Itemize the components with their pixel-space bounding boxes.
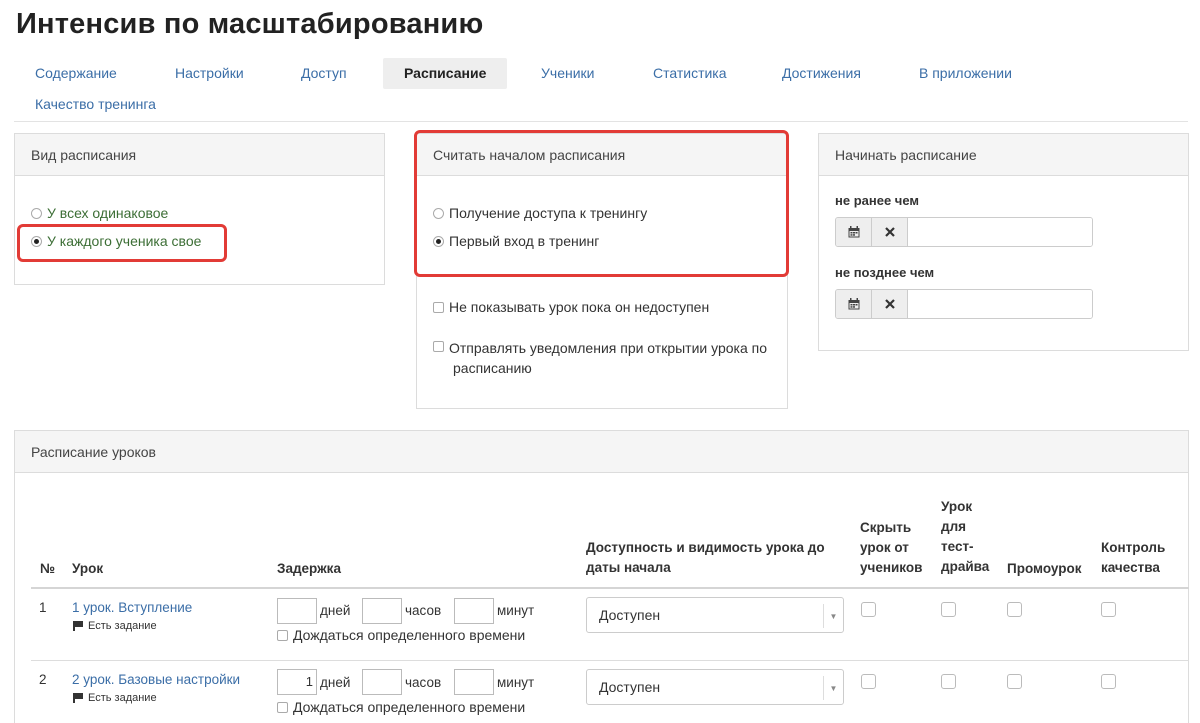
col-header-hide: Скрыть урок от учеников — [860, 520, 923, 575]
page-title: Интенсив по масштабированию — [16, 8, 484, 40]
tab-achievements[interactable]: Достижения — [761, 58, 882, 89]
row-divider — [31, 660, 1189, 661]
row-1-days-unit: дней — [320, 603, 351, 618]
row-1-availability-select[interactable]: Доступен ▼ — [586, 597, 844, 633]
row-2-task: Есть задание — [73, 692, 157, 704]
checkbox[interactable] — [433, 302, 444, 313]
select-value: Доступен — [599, 679, 661, 695]
row-1-hours-unit: часов — [405, 603, 442, 618]
radio-checked[interactable] — [31, 236, 42, 247]
checkbox[interactable] — [277, 702, 288, 713]
row-2-quality-checkbox[interactable] — [1101, 674, 1116, 689]
col-header-num: № — [40, 561, 56, 576]
row-1-task: Есть задание — [73, 620, 157, 632]
not-later-label: не позднее чем — [835, 265, 935, 280]
chevron-down-icon: ▼ — [823, 604, 843, 628]
col-header-availability: Доступность и видимость урока до даты нач… — [586, 540, 825, 575]
tab-in-app[interactable]: В приложении — [898, 58, 1033, 89]
schedule-start-title: Считать началом расписания — [417, 134, 787, 176]
row-1-num: 1 — [39, 600, 47, 615]
clear-icon[interactable] — [872, 218, 908, 246]
start-schedule-title: Начинать расписание — [819, 134, 1188, 176]
checkbox[interactable] — [277, 630, 288, 641]
tab-statistics[interactable]: Статистика — [632, 58, 748, 89]
row-1-minutes-unit: минут — [497, 603, 535, 618]
header-divider — [31, 587, 1189, 589]
row-2-minutes-unit: минут — [497, 675, 535, 690]
row-2-wait-check[interactable]: Дождаться определенного времени — [277, 699, 525, 715]
row-2-promo-checkbox[interactable] — [1007, 674, 1022, 689]
tab-bar: Содержание Настройки Доступ Расписание У… — [14, 58, 1188, 122]
option-label: Получение доступа к тренингу — [449, 205, 648, 221]
schedule-type-option-same[interactable]: У всех одинаковое — [31, 205, 168, 221]
lessons-schedule-panel: Расписание уроков № Урок Задержка Доступ… — [14, 430, 1189, 723]
check-label: Отправлять уведомления при открытии урок… — [449, 340, 768, 376]
not-later-date — [835, 289, 1093, 319]
schedule-start-option-first-login[interactable]: Первый вход в тренинг — [433, 233, 599, 249]
chevron-down-icon: ▼ — [823, 676, 843, 700]
row-2-hours-unit: часов — [405, 675, 442, 690]
col-header-quality: Контроль качества — [1101, 540, 1166, 575]
tab-training-quality[interactable]: Качество тренинга — [14, 89, 177, 120]
tab-content[interactable]: Содержание — [14, 58, 138, 89]
row-2-num: 2 — [39, 672, 47, 687]
row-2-minutes-input[interactable] — [454, 669, 494, 695]
radio-unchecked[interactable] — [433, 208, 444, 219]
checkbox[interactable] — [433, 341, 444, 352]
notify-on-open-check[interactable]: Отправлять уведомления при открытии урок… — [433, 338, 767, 378]
calendar-icon[interactable] — [836, 218, 872, 246]
option-label: Первый вход в тренинг — [449, 233, 600, 249]
col-header-delay: Задержка — [277, 561, 341, 576]
row-2-hours-input[interactable] — [362, 669, 402, 695]
row-1-days-input[interactable] — [277, 598, 317, 624]
not-earlier-label: не ранее чем — [835, 193, 920, 208]
calendar-icon[interactable] — [836, 290, 872, 318]
wait-label: Дождаться определенного времени — [293, 699, 526, 715]
row-1-promo-checkbox[interactable] — [1007, 602, 1022, 617]
row-2-test-drive-checkbox[interactable] — [941, 674, 956, 689]
clear-icon[interactable] — [872, 290, 908, 318]
row-1-minutes-input[interactable] — [454, 598, 494, 624]
tab-access[interactable]: Доступ — [280, 58, 368, 89]
hide-unavailable-check[interactable]: Не показывать урок пока он недоступен — [433, 299, 709, 315]
row-1-lesson-link[interactable]: 1 урок. Вступление — [72, 600, 192, 615]
row-1-quality-checkbox[interactable] — [1101, 602, 1116, 617]
select-value: Доступен — [599, 607, 661, 623]
row-2-availability-select[interactable]: Доступен ▼ — [586, 669, 844, 705]
radio-unchecked[interactable] — [31, 208, 42, 219]
option-label: У каждого ученика свое — [47, 233, 202, 249]
row-2-hide-checkbox[interactable] — [861, 674, 876, 689]
schedule-start-option-access[interactable]: Получение доступа к тренингу — [433, 205, 647, 221]
not-earlier-input[interactable] — [908, 218, 1092, 246]
schedule-type-title: Вид расписания — [15, 134, 384, 176]
schedule-type-option-individual[interactable]: У каждого ученика свое — [31, 233, 201, 249]
row-1-hide-checkbox[interactable] — [861, 602, 876, 617]
row-1-hours-input[interactable] — [362, 598, 402, 624]
row-2-days-unit: дней — [320, 675, 351, 690]
tab-settings[interactable]: Настройки — [154, 58, 265, 89]
row-2-lesson-link[interactable]: 2 урок. Базовые настройки — [72, 672, 240, 687]
flag-icon — [73, 693, 84, 703]
option-label: У всех одинаковое — [47, 205, 169, 221]
row-1-wait-check[interactable]: Дождаться определенного времени — [277, 627, 525, 643]
col-header-test-drive: Урок для тест-драйва — [941, 499, 990, 574]
check-label: Не показывать урок пока он недоступен — [449, 299, 710, 315]
flag-icon — [73, 621, 84, 631]
wait-label: Дождаться определенного времени — [293, 627, 526, 643]
not-later-input[interactable] — [908, 290, 1092, 318]
row-1-test-drive-checkbox[interactable] — [941, 602, 956, 617]
col-header-promo: Промоурок — [1007, 561, 1082, 576]
row-2-days-input[interactable]: 1 — [277, 669, 317, 695]
not-earlier-date — [835, 217, 1093, 247]
col-header-lesson: Урок — [72, 561, 104, 576]
lessons-schedule-title: Расписание уроков — [15, 431, 1188, 473]
tab-students[interactable]: Ученики — [520, 58, 615, 89]
radio-checked[interactable] — [433, 236, 444, 247]
tab-schedule[interactable]: Расписание — [383, 58, 508, 89]
